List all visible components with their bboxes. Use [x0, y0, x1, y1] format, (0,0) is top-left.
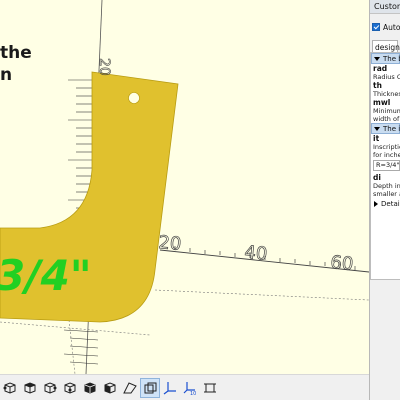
group-header-label: The ir	[383, 124, 400, 133]
param-name: th	[373, 81, 382, 90]
perspective-icon[interactable]	[120, 378, 140, 398]
view-bottom-icon[interactable]	[40, 378, 60, 398]
view-diagonal-icon[interactable]	[100, 378, 120, 398]
3d-viewport[interactable]: 20 40 60 20 3/4" the n	[0, 0, 369, 374]
param-name: it	[373, 134, 380, 143]
y-ruler-ticks-bottom	[63, 329, 99, 365]
param-desc-2: for inches	[373, 151, 400, 159]
orthogonal-icon[interactable]	[140, 377, 160, 398]
group-header-inscription[interactable]: The ir	[371, 123, 400, 134]
param-name: rad	[373, 64, 388, 73]
x-ruler-label-3: 60	[330, 252, 355, 275]
parameters-list[interactable]: The b rad Radius Cu th Thickness mwl Min…	[370, 52, 400, 280]
view-right-icon[interactable]	[0, 378, 20, 398]
show-scale-markers-icon[interactable]: 10	[180, 378, 200, 398]
param-name: mwl	[373, 98, 391, 107]
param-th: th Thickness	[371, 81, 400, 98]
param-desc-2: smaller a	[373, 190, 400, 198]
view-back-icon[interactable]	[80, 378, 100, 398]
param-di: di Depth ins smaller a	[371, 173, 400, 198]
model-inscription: 3/4"	[0, 251, 92, 300]
group-header-basic[interactable]: The b	[371, 53, 400, 64]
details-label: Detail	[381, 200, 400, 208]
param-desc: Thickness	[373, 90, 400, 98]
param-mwl: mwl Minimum width of t	[371, 98, 400, 123]
show-axes-icon[interactable]	[160, 378, 180, 398]
svg-text:10: 10	[190, 391, 196, 396]
param-desc: Depth ins	[373, 182, 400, 190]
collapse-triangle-icon	[374, 56, 380, 61]
show-edges-icon[interactable]	[200, 378, 220, 398]
y-ruler-label: 20	[96, 58, 112, 76]
customizer-panel: Customizer Automatic Preview design defa…	[369, 0, 400, 400]
bottom-dashed	[0, 321, 151, 336]
group-header-label: The b	[383, 54, 400, 63]
x-ruler-label-1: 20	[158, 232, 183, 255]
model-hole	[128, 92, 140, 104]
param-desc: Inscriptio	[373, 143, 400, 151]
collapse-triangle-icon	[374, 126, 380, 131]
model-render: 20 40 60 20 3/4"	[0, 0, 369, 374]
inscription-input[interactable]: R=3/4"	[373, 160, 400, 171]
param-desc: Radius Cu	[373, 73, 400, 81]
view-top-icon[interactable]	[20, 378, 40, 398]
customizer-title: Customizer	[370, 0, 400, 14]
param-desc: Minimum	[373, 107, 400, 115]
automatic-preview-label: Automatic Preview	[383, 22, 400, 32]
view-toolbar: 10	[0, 374, 369, 400]
x-axis-dashed	[154, 289, 369, 301]
x-ruler-label-2: 40	[244, 242, 269, 265]
details-toggle[interactable]: Detail	[371, 200, 400, 208]
overlay-line-2: n	[0, 65, 13, 85]
overlay-line-1: the	[0, 43, 32, 63]
expand-triangle-icon	[374, 201, 378, 207]
overlay-text: the n	[0, 42, 32, 86]
param-desc-2: width of t	[373, 115, 400, 123]
param-it: it Inscriptio for inches R=3/4"	[371, 134, 400, 171]
view-left-icon[interactable]	[60, 378, 80, 398]
param-name: di	[373, 173, 381, 182]
automatic-preview-row[interactable]: Automatic Preview	[370, 20, 400, 34]
automatic-preview-checkbox[interactable]	[372, 23, 380, 31]
param-rad: rad Radius Cu	[371, 64, 400, 81]
